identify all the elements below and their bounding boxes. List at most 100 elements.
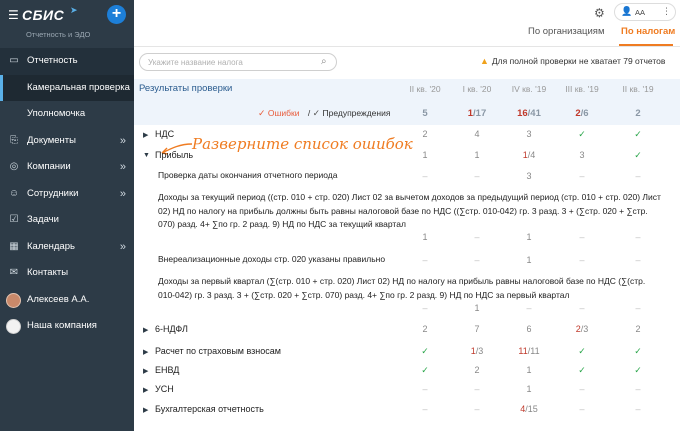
result-cell[interactable]: 1/4 bbox=[509, 150, 549, 160]
result-cell[interactable]: 1 bbox=[509, 232, 549, 242]
chevron-right-icon[interactable]: » bbox=[120, 154, 126, 181]
result-cell: – bbox=[579, 404, 585, 414]
result-cell[interactable]: 3 bbox=[509, 129, 549, 139]
column-header[interactable]: II кв. '19 bbox=[618, 84, 658, 94]
expand-arrow-icon[interactable]: ▶ bbox=[143, 406, 148, 414]
create-button[interactable]: + bbox=[107, 5, 126, 24]
result-cell[interactable]: 3 bbox=[562, 150, 602, 160]
user-initials: АА bbox=[635, 8, 646, 17]
user-icon: 👤 bbox=[621, 6, 633, 16]
table-row[interactable]: ▶ Бухгалтерская отчетность – – 4/15 – – bbox=[134, 404, 680, 424]
sidebar-item-desk-audit[interactable]: Камеральная проверка bbox=[0, 74, 134, 101]
checkbox-errors[interactable]: ✓ bbox=[258, 108, 266, 118]
result-cell[interactable]: 2 bbox=[457, 365, 497, 375]
tab-by-taxes[interactable]: По налогам bbox=[621, 26, 675, 37]
result-cell[interactable]: 1 bbox=[405, 150, 445, 160]
search-box: ⌕ bbox=[139, 53, 337, 71]
app-logo[interactable]: СБИС bbox=[22, 7, 64, 23]
result-cell[interactable]: 1/3 bbox=[457, 346, 497, 356]
result-cell[interactable]: 3 bbox=[509, 171, 549, 181]
gear-icon[interactable]: ⚙ bbox=[594, 6, 605, 20]
column-header[interactable]: III кв. '19 bbox=[562, 84, 602, 94]
search-icon[interactable]: ⌕ bbox=[321, 56, 327, 67]
tax-name[interactable]: НДС bbox=[155, 129, 174, 139]
result-cell[interactable]: 1 bbox=[457, 150, 497, 160]
result-cell[interactable]: 4 bbox=[457, 129, 497, 139]
sidebar-item-label: Календарь bbox=[27, 240, 75, 252]
sidebar-item-reporting[interactable]: ▭ Отчетность bbox=[0, 48, 134, 75]
chevron-right-icon[interactable]: » bbox=[120, 128, 126, 155]
result-cell[interactable]: 1 bbox=[405, 232, 445, 242]
result-cell[interactable]: 1 bbox=[509, 384, 549, 394]
warning-icon: ▲ bbox=[480, 56, 489, 66]
sidebar-item-employees[interactable]: ☺ Сотрудники » bbox=[0, 181, 134, 208]
tax-name[interactable]: Бухгалтерская отчетность bbox=[155, 404, 264, 414]
company-logo-icon bbox=[6, 319, 21, 334]
table-row[interactable]: ▶ ЕНВД ✓ 2 1 ✓ ✓ bbox=[134, 365, 680, 385]
table-row[interactable]: ▶ 6-НДФЛ 2 7 6 2/3 2 bbox=[134, 324, 680, 344]
summary-cell: 16/41 bbox=[517, 108, 541, 119]
result-cell: – bbox=[579, 384, 585, 394]
sidebar-item-our-company[interactable]: Наша компания bbox=[0, 313, 134, 340]
result-cell: – bbox=[526, 303, 532, 313]
expand-arrow-icon[interactable]: ▶ bbox=[143, 386, 148, 394]
expand-arrow-icon[interactable]: ▶ bbox=[143, 367, 148, 375]
expand-arrow-icon[interactable]: ▶ bbox=[143, 348, 148, 356]
checkbox-warnings[interactable]: ✓ bbox=[313, 108, 321, 118]
chevron-right-icon[interactable]: » bbox=[120, 234, 126, 261]
result-cell[interactable]: 1 bbox=[457, 303, 497, 313]
table-row[interactable]: Проверка даты окончания отчетного период… bbox=[134, 169, 680, 189]
tax-name[interactable]: 6-НДФЛ bbox=[155, 324, 188, 334]
sidebar-item-user[interactable]: Алексеев А.А. bbox=[0, 287, 134, 314]
result-cell[interactable]: 2/3 bbox=[562, 324, 602, 334]
result-cell[interactable]: 6 bbox=[509, 324, 549, 334]
menu-icon[interactable]: ☰ bbox=[8, 9, 19, 21]
tax-name[interactable]: ЕНВД bbox=[155, 365, 179, 375]
table-row[interactable]: ▶ Расчет по страховым взносам ✓ 1/3 11/11 ✓ ✓ bbox=[134, 346, 680, 366]
table-row[interactable]: Внереализационные доходы стр. 020 указан… bbox=[134, 253, 680, 273]
sidebar-item-calendar[interactable]: ▦ Календарь » bbox=[0, 234, 134, 261]
summary-cell: 2/6 bbox=[575, 108, 589, 119]
search-input[interactable] bbox=[148, 56, 318, 69]
tax-name[interactable]: Расчет по страховым взносам bbox=[155, 346, 281, 356]
table-row[interactable]: Доходы за первый квартал (∑(стр. 010 + с… bbox=[134, 275, 680, 313]
sidebar-item-label: Задачи bbox=[27, 214, 59, 225]
expand-arrow-icon[interactable]: ▶ bbox=[143, 131, 148, 139]
chevron-right-icon[interactable]: » bbox=[120, 181, 126, 208]
sidebar-item-contacts[interactable]: ✉ Контакты bbox=[0, 260, 134, 287]
table-row[interactable]: ▶ НДС 2 4 3 ✓ ✓ bbox=[134, 129, 680, 149]
result-cell[interactable]: 2 bbox=[618, 324, 658, 334]
result-cell[interactable]: 1 bbox=[509, 365, 549, 375]
tax-name[interactable]: Прибыль bbox=[155, 150, 193, 160]
result-cell[interactable]: 7 bbox=[457, 324, 497, 334]
divider bbox=[134, 46, 680, 47]
collapse-arrow-icon[interactable]: ▼ bbox=[143, 152, 150, 159]
column-header[interactable]: I кв. '20 bbox=[457, 84, 497, 94]
expand-arrow-icon[interactable]: ▶ bbox=[143, 326, 148, 334]
sidebar-item-label: Уполномочка bbox=[27, 108, 86, 119]
tab-by-organizations[interactable]: По организациям bbox=[528, 26, 604, 37]
table-row[interactable]: ▼ Прибыль 1 1 1/4 3 ✓ bbox=[134, 150, 680, 170]
sidebar-item-poa[interactable]: Уполномочка bbox=[0, 101, 134, 128]
result-cell[interactable]: 2 bbox=[405, 129, 445, 139]
table-row[interactable]: Доходы за текущий период ((стр. 010 + ст… bbox=[134, 191, 680, 242]
ok-check-icon: ✓ bbox=[634, 129, 642, 139]
result-cell[interactable]: 2 bbox=[405, 324, 445, 334]
sidebar-item-documents[interactable]: ⎘ Документы » bbox=[0, 128, 134, 155]
result-cell[interactable]: 11/11 bbox=[509, 346, 549, 356]
tax-name[interactable]: УСН bbox=[155, 384, 174, 394]
table-row[interactable]: ▶ УСН – – 1 – – bbox=[134, 384, 680, 404]
result-cell[interactable]: 1 bbox=[509, 255, 549, 265]
result-cell: – bbox=[474, 255, 480, 265]
result-cell: – bbox=[635, 384, 641, 394]
sidebar-item-companies[interactable]: ◎ Компании » bbox=[0, 154, 134, 181]
column-header[interactable]: II кв. '20 bbox=[405, 84, 445, 94]
column-header[interactable]: IV кв. '19 bbox=[509, 84, 549, 94]
result-cell: – bbox=[474, 384, 480, 394]
results-title[interactable]: Результаты проверки bbox=[139, 83, 232, 94]
result-cell[interactable]: 4/15 bbox=[509, 404, 549, 414]
user-menu[interactable]: 👤 АА ⋮ bbox=[614, 3, 676, 21]
more-icon: ⋮ bbox=[662, 6, 671, 16]
sidebar-item-tasks[interactable]: ☑ Задачи bbox=[0, 207, 134, 234]
result-cell: – bbox=[579, 255, 585, 265]
